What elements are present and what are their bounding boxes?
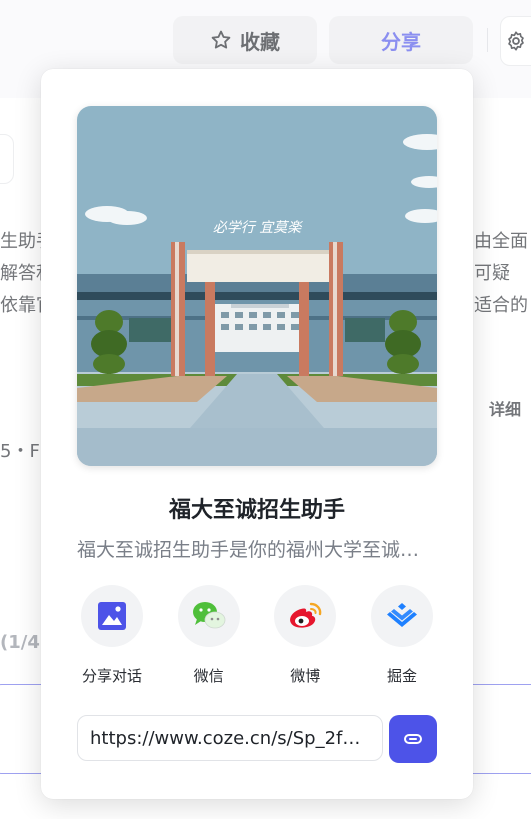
target-icon-wrap	[274, 585, 337, 647]
share-wechat-label: 微信	[193, 667, 224, 685]
bot-description: 福大至诚招生助手是你的福州大学至诚学院招生助手	[77, 539, 437, 561]
share-link-text: https://www.coze.cn/s/Sp_2fkXYz	[90, 727, 370, 749]
share-juejin-label: 掘金	[386, 667, 417, 685]
share-conversation-button[interactable]: 分享对话	[67, 585, 157, 686]
cover-caption: 必学行 宜莫楽	[213, 220, 303, 236]
bot-title: 福大至诚招生助手	[168, 498, 345, 523]
share-link-row: https://www.coze.cn/s/Sp_2fkXYz	[77, 715, 437, 763]
weibo-icon	[290, 602, 322, 628]
share-juejin-button[interactable]: 掘金	[357, 585, 447, 686]
target-icon-wrap	[370, 585, 433, 647]
share-weibo-button[interactable]: 微博	[260, 585, 350, 686]
share-popover: 必学行 宜莫楽 福大至诚招生助手 福大至诚招生助手是你的福州大学至诚学院招生助手	[41, 69, 473, 799]
copy-link-button[interactable]	[389, 715, 437, 763]
image-icon	[98, 602, 126, 630]
share-targets: 分享对话 微信 微博 掘金	[67, 585, 447, 686]
target-icon-wrap	[177, 585, 240, 647]
share-wechat-button[interactable]: 微信	[164, 585, 254, 686]
bot-cover-image: 必学行 宜莫楽	[77, 106, 437, 466]
share-weibo-label: 微博	[290, 667, 321, 685]
link-icon	[404, 734, 422, 744]
juejin-icon	[386, 603, 417, 627]
share-link-field[interactable]: https://www.coze.cn/s/Sp_2fkXYz	[77, 715, 383, 761]
target-icon-wrap	[81, 585, 143, 647]
wechat-icon	[192, 602, 226, 629]
share-conversation-label: 分享对话	[81, 667, 142, 685]
